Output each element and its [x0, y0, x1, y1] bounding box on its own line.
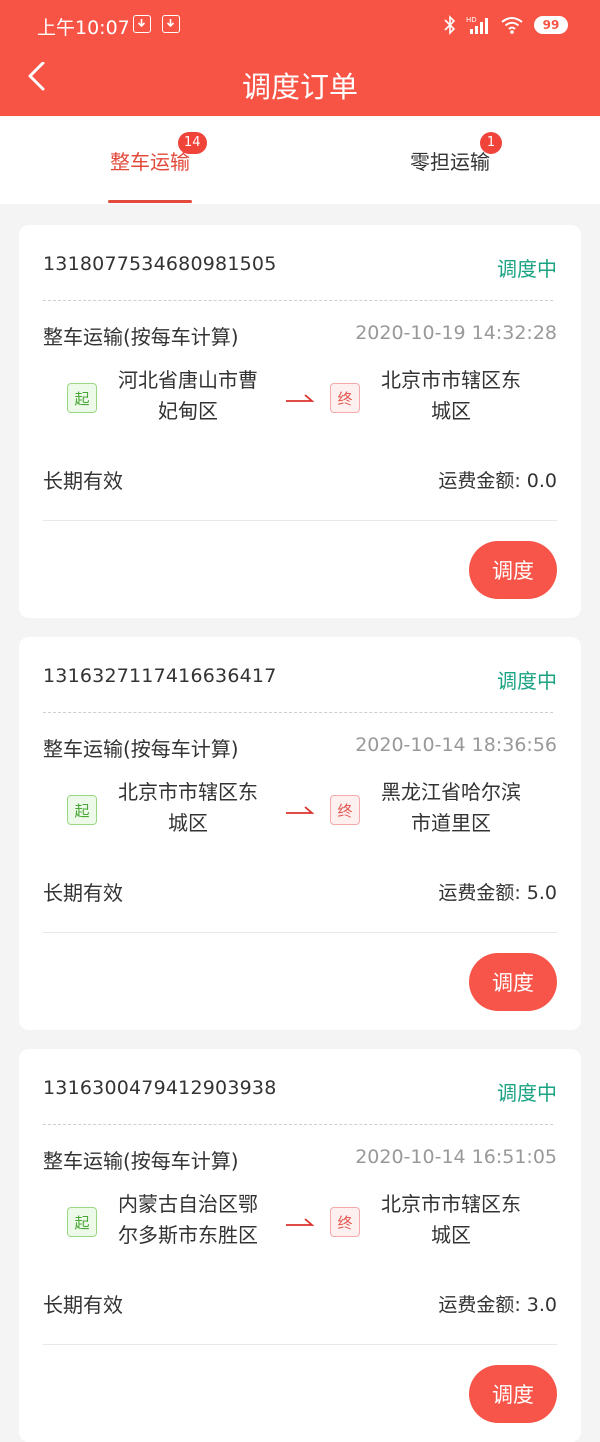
dispatch-button[interactable]: 调度	[469, 953, 557, 1011]
status-time: 上午10:07	[37, 17, 130, 39]
order-id: 1316327117416636417	[43, 665, 277, 687]
battery-icon: 99	[534, 16, 568, 34]
download-icon	[162, 15, 180, 33]
tab-less-than-truckload[interactable]: 零担运输 1	[300, 116, 600, 204]
destination-address: 北京市市辖区东城区	[381, 368, 521, 423]
transport-type: 整车运输(按每车计算)	[43, 737, 239, 761]
card-divider	[43, 520, 557, 521]
origin-address: 内蒙古自治区鄂尔多斯市东胜区	[118, 1192, 258, 1247]
origin-address: 北京市市辖区东城区	[118, 780, 258, 835]
route: 起 内蒙古自治区鄂尔多斯市东胜区 终 北京市市辖区东城区	[19, 1187, 581, 1257]
app-header: 上午10:07 HD 99 调度订单	[0, 0, 600, 116]
tab-label: 零担运输	[410, 150, 490, 174]
page-title: 调度订单	[241, 70, 358, 104]
end-tag: 终	[330, 795, 360, 825]
order-datetime: 2020-10-19 14:32:28	[355, 322, 557, 344]
active-tab-indicator	[108, 200, 192, 203]
route: 起 北京市市辖区东城区 终 黑龙江省哈尔滨市道里区	[19, 775, 581, 845]
start-tag: 起	[67, 383, 97, 413]
dashed-divider	[43, 1124, 553, 1125]
order-id: 1316300479412903938	[43, 1077, 277, 1099]
end-tag: 终	[330, 383, 360, 413]
freight-amount: 运费金额: 5.0	[438, 882, 557, 904]
status-icons: HD 99	[444, 14, 568, 36]
signal-icon: HD	[466, 16, 488, 34]
origin-address: 河北省唐山市曹妃甸区	[118, 368, 258, 423]
order-card[interactable]: 1316327117416636417 调度中 整车运输(按每车计算) 2020…	[19, 637, 581, 1030]
transport-type: 整车运输(按每车计算)	[43, 325, 239, 349]
dashed-divider	[43, 712, 553, 713]
status-bar: 上午10:07 HD 99	[0, 0, 600, 52]
tab-label: 整车运输	[110, 150, 190, 174]
svg-text:HD: HD	[466, 16, 477, 24]
validity: 长期有效	[43, 881, 123, 905]
wifi-icon	[501, 17, 523, 34]
validity: 长期有效	[43, 469, 123, 493]
order-card[interactable]: 1318077534680981505 调度中 整车运输(按每车计算) 2020…	[19, 225, 581, 618]
count-badge: 1	[480, 132, 502, 154]
transport-type: 整车运输(按每车计算)	[43, 1149, 239, 1173]
end-tag: 终	[330, 1207, 360, 1237]
freight-amount: 运费金额: 3.0	[438, 1294, 557, 1316]
order-id: 1318077534680981505	[43, 253, 277, 275]
transport-tabs: 整车运输 14 零担运输 1	[0, 116, 600, 204]
order-datetime: 2020-10-14 18:36:56	[355, 734, 557, 756]
arrow-right-icon	[286, 1218, 315, 1226]
card-divider	[43, 932, 557, 933]
arrow-right-icon	[286, 394, 315, 402]
destination-address: 北京市市辖区东城区	[381, 1192, 521, 1247]
freight-amount: 运费金额: 0.0	[438, 470, 557, 492]
status-badge: 调度中	[497, 1081, 557, 1105]
status-badge: 调度中	[497, 257, 557, 281]
dashed-divider	[43, 300, 553, 301]
bluetooth-icon	[444, 15, 456, 35]
route: 起 河北省唐山市曹妃甸区 终 北京市市辖区东城区	[19, 363, 581, 433]
validity: 长期有效	[43, 1293, 123, 1317]
dispatch-button[interactable]: 调度	[469, 541, 557, 599]
card-divider	[43, 1344, 557, 1345]
destination-address: 黑龙江省哈尔滨市道里区	[381, 780, 521, 835]
order-card[interactable]: 1316300479412903938 调度中 整车运输(按每车计算) 2020…	[19, 1049, 581, 1442]
count-badge: 14	[178, 132, 207, 154]
start-tag: 起	[67, 795, 97, 825]
start-tag: 起	[67, 1207, 97, 1237]
tab-full-truck[interactable]: 整车运输 14	[0, 116, 300, 204]
arrow-right-icon	[286, 806, 315, 814]
download-icon	[133, 15, 151, 33]
nav-bar: 调度订单	[0, 52, 600, 116]
order-datetime: 2020-10-14 16:51:05	[355, 1146, 557, 1168]
dispatch-button[interactable]: 调度	[469, 1365, 557, 1423]
status-badge: 调度中	[497, 669, 557, 693]
